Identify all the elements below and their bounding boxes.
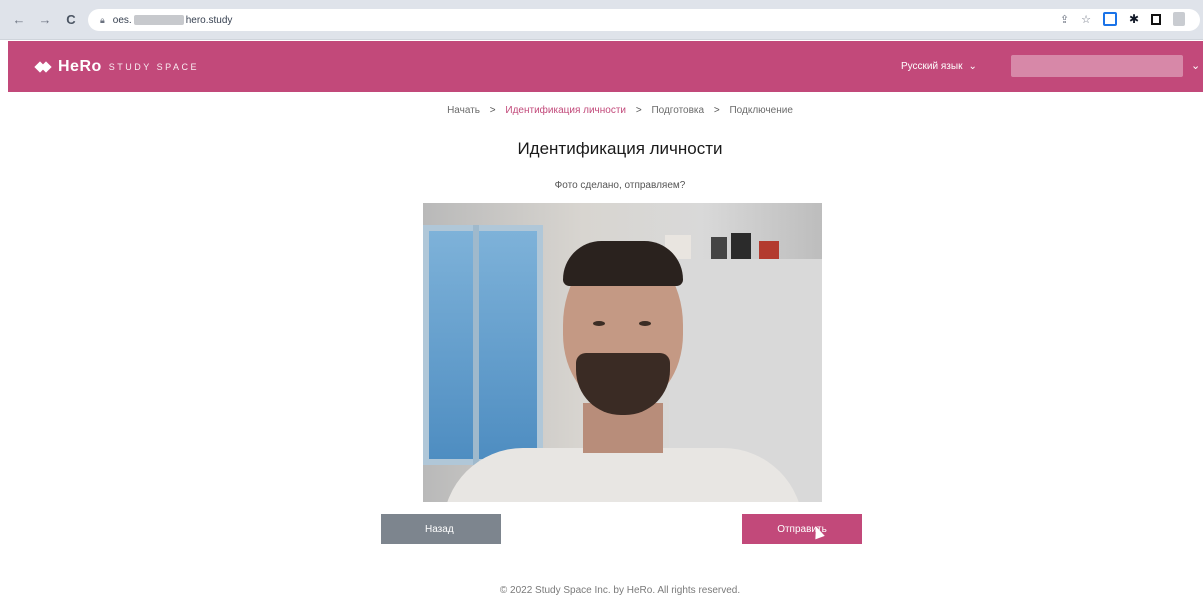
captured-photo — [423, 203, 822, 502]
breadcrumb-item-start[interactable]: Начать — [447, 105, 480, 116]
back-button[interactable]: Назад — [381, 514, 501, 544]
url-text: oes. hero.study — [113, 15, 233, 26]
photo-eye-right — [639, 321, 651, 326]
address-bar[interactable]: 🔒︎ oes. hero.study — [88, 9, 1200, 31]
profile-icon[interactable] — [1173, 12, 1185, 26]
logo[interactable]: HeRo STUDY SPACE — [34, 57, 199, 76]
breadcrumb-separator: > — [635, 105, 642, 116]
breadcrumb-separator: > — [489, 105, 496, 116]
language-label: Русский язык — [901, 61, 963, 72]
send-button[interactable]: Отправить — [742, 514, 862, 544]
hero-logo-icon — [34, 60, 52, 74]
photo-shelf-items — [665, 231, 785, 259]
language-selector[interactable]: Русский язык ⌄ — [901, 61, 977, 72]
browser-actions: ⇪ ☆ ✱ — [1060, 12, 1185, 26]
photo-eye-left — [593, 321, 605, 326]
breadcrumb: Начать > Идентификация личности > Подгот… — [0, 105, 1203, 116]
photo-hair — [563, 241, 683, 286]
breadcrumb-item-preparation[interactable]: Подготовка — [651, 105, 704, 116]
breadcrumb-item-connection[interactable]: Подключение — [729, 105, 792, 116]
brand-subtitle: STUDY SPACE — [108, 61, 199, 72]
side-panel-icon[interactable] — [1151, 13, 1161, 25]
url-prefix: oes. — [112, 14, 132, 26]
extension-icon[interactable] — [1102, 12, 1117, 26]
reload-icon[interactable]: C — [64, 12, 78, 27]
photo-shirt — [443, 448, 803, 502]
footer-copyright: © 2022 Study Space Inc. by HeRo. All rig… — [499, 585, 741, 596]
url-suffix: hero.study — [185, 14, 233, 26]
app-header: HeRo STUDY SPACE Русский язык ⌄ ⌄ — [8, 41, 1203, 92]
page-title: Идентификация личности — [517, 139, 723, 158]
page-subtitle: Фото сделано, отправляем? — [554, 180, 686, 191]
user-menu-redacted[interactable] — [1011, 55, 1183, 77]
breadcrumb-separator: > — [713, 105, 720, 116]
photo-window — [423, 225, 543, 465]
breadcrumb-item-identification[interactable]: Идентификация личности — [505, 105, 626, 116]
back-arrow-icon[interactable]: ← — [12, 12, 26, 27]
photo-window-frame — [473, 225, 479, 465]
forward-arrow-icon[interactable]: → — [38, 12, 52, 27]
browser-toolbar: ← → C 🔒︎ oes. hero.study ⇪ ☆ ✱ — [0, 0, 1203, 40]
chevron-down-icon: ⌄ — [968, 61, 977, 72]
bookmark-star-icon[interactable]: ☆ — [1081, 13, 1091, 26]
user-chevron-down-icon[interactable]: ⌄ — [1191, 59, 1200, 72]
brand-name: HeRo — [58, 57, 102, 75]
url-redacted — [133, 15, 184, 25]
puzzle-icon[interactable]: ✱ — [1129, 12, 1139, 26]
lock-icon: 🔒︎ — [100, 14, 105, 25]
share-icon[interactable]: ⇪ — [1060, 13, 1069, 26]
